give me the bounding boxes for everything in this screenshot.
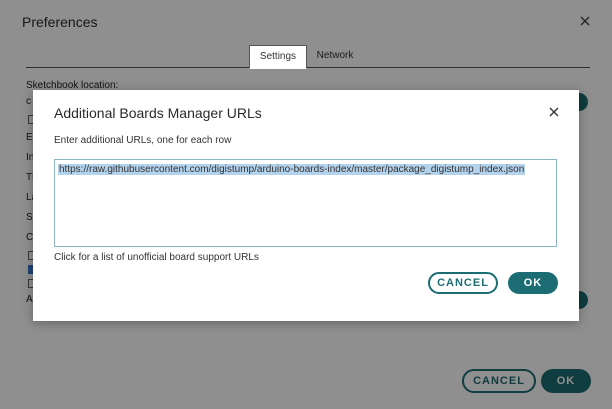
urls-textarea-value: https://raw.githubusercontent.com/digist… — [58, 164, 526, 175]
tab-settings[interactable]: Settings — [249, 45, 307, 69]
additional-boards-dialog: Additional Boards Manager URLs Enter add… — [33, 90, 579, 321]
dialog-ok-button[interactable]: OK — [508, 272, 558, 294]
dialog-instructions: Enter additional URLs, one for each row — [54, 135, 232, 146]
unofficial-boards-link[interactable]: Click for a list of unofficial board sup… — [54, 252, 259, 263]
dialog-title: Additional Boards Manager URLs — [54, 105, 262, 121]
dialog-cancel-button[interactable]: CANCEL — [428, 272, 498, 294]
close-icon[interactable] — [548, 106, 560, 118]
urls-textarea[interactable]: https://raw.githubusercontent.com/digist… — [54, 159, 557, 247]
